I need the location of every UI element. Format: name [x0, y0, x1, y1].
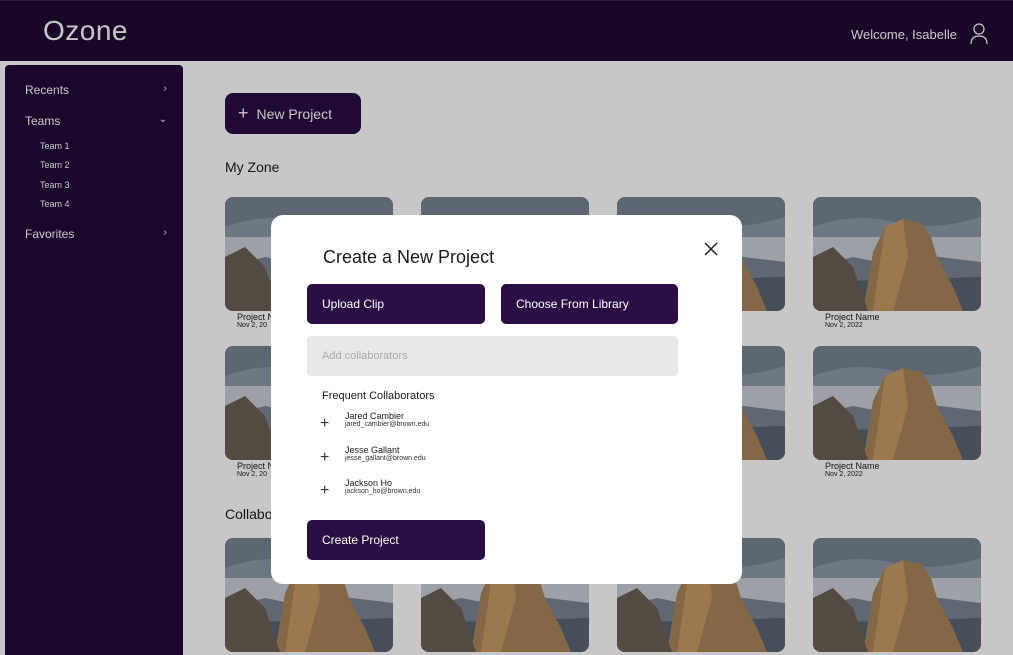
collaborator-email: jesse_gallant@brown.edu — [345, 455, 426, 462]
create-project-label: Create Project — [322, 533, 399, 547]
choose-from-library-label: Choose From Library — [516, 297, 629, 311]
create-project-button[interactable]: Create Project — [307, 520, 485, 560]
plus-icon[interactable]: + — [320, 415, 329, 433]
collaborator-email: jared_cambier@brown.edu — [345, 421, 430, 428]
upload-clip-label: Upload Clip — [322, 297, 385, 311]
close-icon[interactable] — [703, 241, 719, 257]
plus-icon[interactable]: + — [320, 449, 329, 467]
collaborator-row: + Jared Cambier jared_cambier@brown.edu — [320, 411, 520, 435]
modal-title: Create a New Project — [323, 247, 495, 267]
collaborator-name: Jackson Ho — [345, 478, 393, 488]
frequent-collaborators-title: Frequent Collaborators — [322, 390, 435, 402]
collaborator-name: Jesse Gallant — [345, 445, 400, 455]
collaborator-email: jackson_ho@brown.edu — [345, 488, 421, 495]
create-project-modal: Create a New Project Upload Clip Choose … — [271, 215, 742, 584]
plus-icon[interactable]: + — [320, 482, 329, 500]
collaborator-row: + Jackson Ho jackson_ho@brown.edu — [320, 478, 520, 502]
choose-from-library-button[interactable]: Choose From Library — [501, 284, 678, 324]
collaborator-row: + Jesse Gallant jesse_gallant@brown.edu — [320, 445, 520, 469]
upload-clip-button[interactable]: Upload Clip — [307, 284, 485, 324]
add-collaborators-input[interactable] — [307, 336, 678, 376]
collaborator-name: Jared Cambier — [345, 411, 405, 421]
